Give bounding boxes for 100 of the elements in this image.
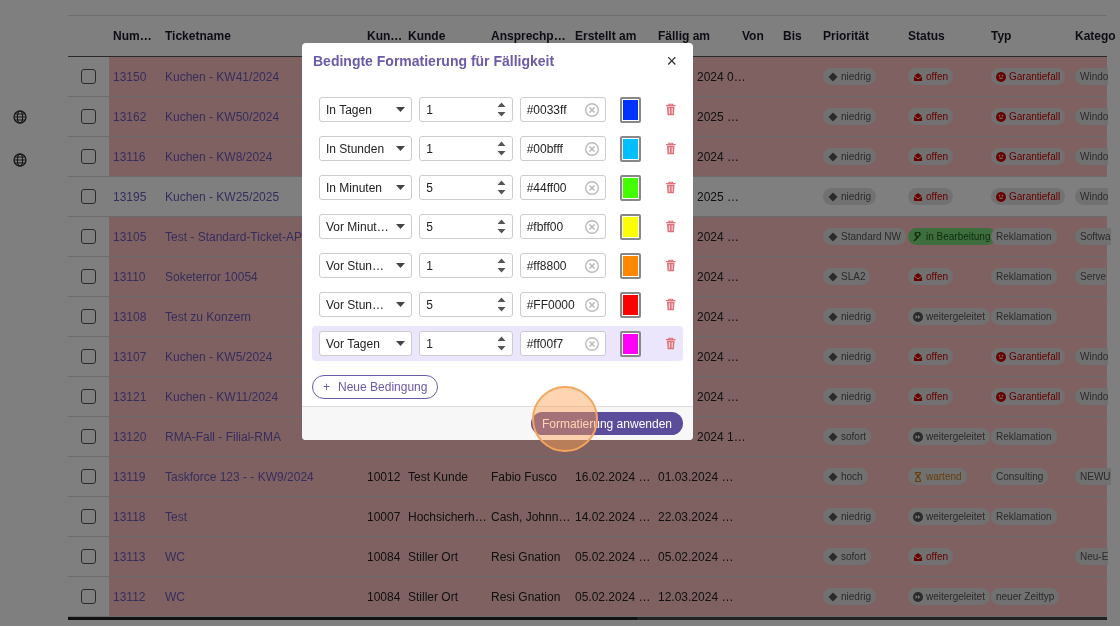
- color-swatch[interactable]: [620, 213, 641, 240]
- scrollbar-thumb[interactable]: [68, 617, 637, 620]
- color-swatch[interactable]: [620, 135, 641, 162]
- column-header[interactable]: Status: [908, 29, 945, 43]
- color-swatch[interactable]: [620, 330, 641, 357]
- color-field[interactable]: #FF0000: [519, 292, 607, 317]
- unit-select[interactable]: In Tagen: [319, 97, 413, 122]
- globe-icon[interactable]: [13, 153, 27, 167]
- condition-row[interactable]: Vor Stun… 5 #FF0000: [312, 287, 683, 322]
- condition-row[interactable]: In Stunden 1 #00bfff: [312, 131, 683, 166]
- table-cell: 16.02.2024 …: [575, 469, 651, 484]
- spinner-icon[interactable]: [496, 335, 506, 352]
- spinner-icon[interactable]: [496, 140, 506, 157]
- table-cell: 13121: [113, 389, 147, 404]
- number-field[interactable]: 1: [419, 136, 513, 161]
- condition-row[interactable]: Vor Tagen 1 #ff00f7: [312, 326, 683, 361]
- color-field[interactable]: #00bfff: [519, 136, 607, 161]
- number-field[interactable]: 5: [419, 292, 513, 317]
- spinner-icon[interactable]: [496, 101, 506, 118]
- column-header[interactable]: Erstellt am: [575, 29, 637, 43]
- unit-select[interactable]: Vor Stun…: [319, 253, 413, 278]
- diamond-icon: [828, 111, 838, 122]
- number-field[interactable]: 1: [419, 253, 513, 278]
- checkbox[interactable]: [81, 269, 96, 284]
- trash-icon[interactable]: [664, 181, 676, 194]
- column-header[interactable]: Kun…: [367, 29, 403, 43]
- table-cell: Hochsicherh…: [408, 509, 487, 524]
- checkbox[interactable]: [81, 509, 96, 524]
- color-field[interactable]: #fbff00: [519, 214, 607, 239]
- table-cell: 2025 …: [697, 189, 740, 204]
- checkbox[interactable]: [81, 389, 96, 404]
- checkbox[interactable]: [81, 589, 96, 604]
- condition-row[interactable]: Vor Minut… 5 #fbff00: [312, 209, 683, 244]
- type-tag: Consulting: [991, 468, 1049, 485]
- condition-row[interactable]: In Tagen 1 #0033ff: [312, 92, 683, 127]
- scrollbar[interactable]: [68, 617, 1107, 620]
- number-field[interactable]: 5: [419, 175, 513, 200]
- table-cell: 10084: [367, 549, 401, 564]
- unit-select[interactable]: In Minuten: [319, 175, 413, 200]
- trash-icon[interactable]: [664, 142, 676, 155]
- checkbox[interactable]: [81, 429, 96, 444]
- condition-row[interactable]: In Minuten 5 #44ff00: [312, 170, 683, 205]
- spinner-icon[interactable]: [496, 257, 506, 274]
- type-tag: Reklamation: [991, 508, 1057, 525]
- color-swatch[interactable]: [620, 252, 641, 279]
- globe-icon[interactable]: [13, 110, 27, 124]
- column-header[interactable]: Von: [742, 29, 764, 43]
- column-header[interactable]: Katego: [1075, 29, 1116, 43]
- column-header[interactable]: Ansprechp…: [491, 29, 566, 43]
- column-header[interactable]: Priorität: [823, 29, 869, 43]
- color-field[interactable]: #ff00f7: [519, 331, 607, 356]
- condition-row[interactable]: Vor Stun… 1 #ff8800: [312, 248, 683, 283]
- color-swatch[interactable]: [620, 174, 641, 201]
- trash-icon[interactable]: [664, 337, 676, 350]
- trash-icon[interactable]: [664, 103, 676, 116]
- checkbox[interactable]: [81, 229, 96, 244]
- checkbox[interactable]: [81, 349, 96, 364]
- checkbox[interactable]: [81, 469, 96, 484]
- color-field[interactable]: #ff8800: [519, 253, 607, 278]
- checkbox[interactable]: [81, 549, 96, 564]
- checkbox[interactable]: [81, 189, 96, 204]
- trash-icon[interactable]: [664, 220, 676, 233]
- priority-tag: SLA2: [823, 268, 871, 285]
- spinner-icon[interactable]: [496, 218, 506, 235]
- color-field[interactable]: #44ff00: [519, 175, 607, 200]
- number-field[interactable]: 1: [419, 331, 513, 356]
- table-cell: Stiller Ort: [408, 589, 458, 604]
- column-header[interactable]: Bis: [783, 29, 802, 43]
- smiley-icon: [996, 71, 1006, 82]
- table-cell: 2024 …: [697, 269, 740, 284]
- column-header[interactable]: Typ: [991, 29, 1012, 43]
- close-button[interactable]: ×: [664, 52, 679, 70]
- number-field[interactable]: 1: [419, 97, 513, 122]
- unit-select[interactable]: Vor Tagen: [319, 331, 413, 356]
- unit-select[interactable]: In Stunden: [319, 136, 413, 161]
- column-header[interactable]: Kunde: [408, 29, 446, 43]
- checkbox[interactable]: [81, 149, 96, 164]
- column-header[interactable]: Fällig am: [658, 29, 710, 43]
- trash-icon[interactable]: [664, 259, 676, 272]
- category-tag: Softwa: [1075, 228, 1111, 245]
- color-swatch[interactable]: [620, 96, 641, 123]
- priority-tag: niedrig: [823, 348, 877, 365]
- column-header[interactable]: Ticketname: [165, 29, 231, 43]
- column-header[interactable]: Num…: [113, 29, 152, 43]
- add-condition-button[interactable]: + Neue Bedingung: [312, 375, 439, 399]
- unit-select[interactable]: Vor Minut…: [319, 214, 413, 239]
- checkbox[interactable]: [81, 309, 96, 324]
- number-field[interactable]: 5: [419, 214, 513, 239]
- checkbox[interactable]: [81, 69, 96, 84]
- spinner-icon[interactable]: [496, 179, 506, 196]
- color-field[interactable]: #0033ff: [519, 97, 607, 122]
- table-cell: 13105: [113, 229, 147, 244]
- category-tag: NEWU: [1075, 468, 1111, 485]
- unit-select[interactable]: Vor Stun…: [319, 292, 413, 317]
- trash-icon[interactable]: [664, 298, 676, 311]
- color-swatch[interactable]: [620, 291, 641, 318]
- spinner-icon[interactable]: [496, 296, 506, 313]
- forward-icon: [913, 311, 923, 322]
- checkbox[interactable]: [81, 109, 96, 124]
- table-cell: Cash, Johnn…: [491, 509, 571, 524]
